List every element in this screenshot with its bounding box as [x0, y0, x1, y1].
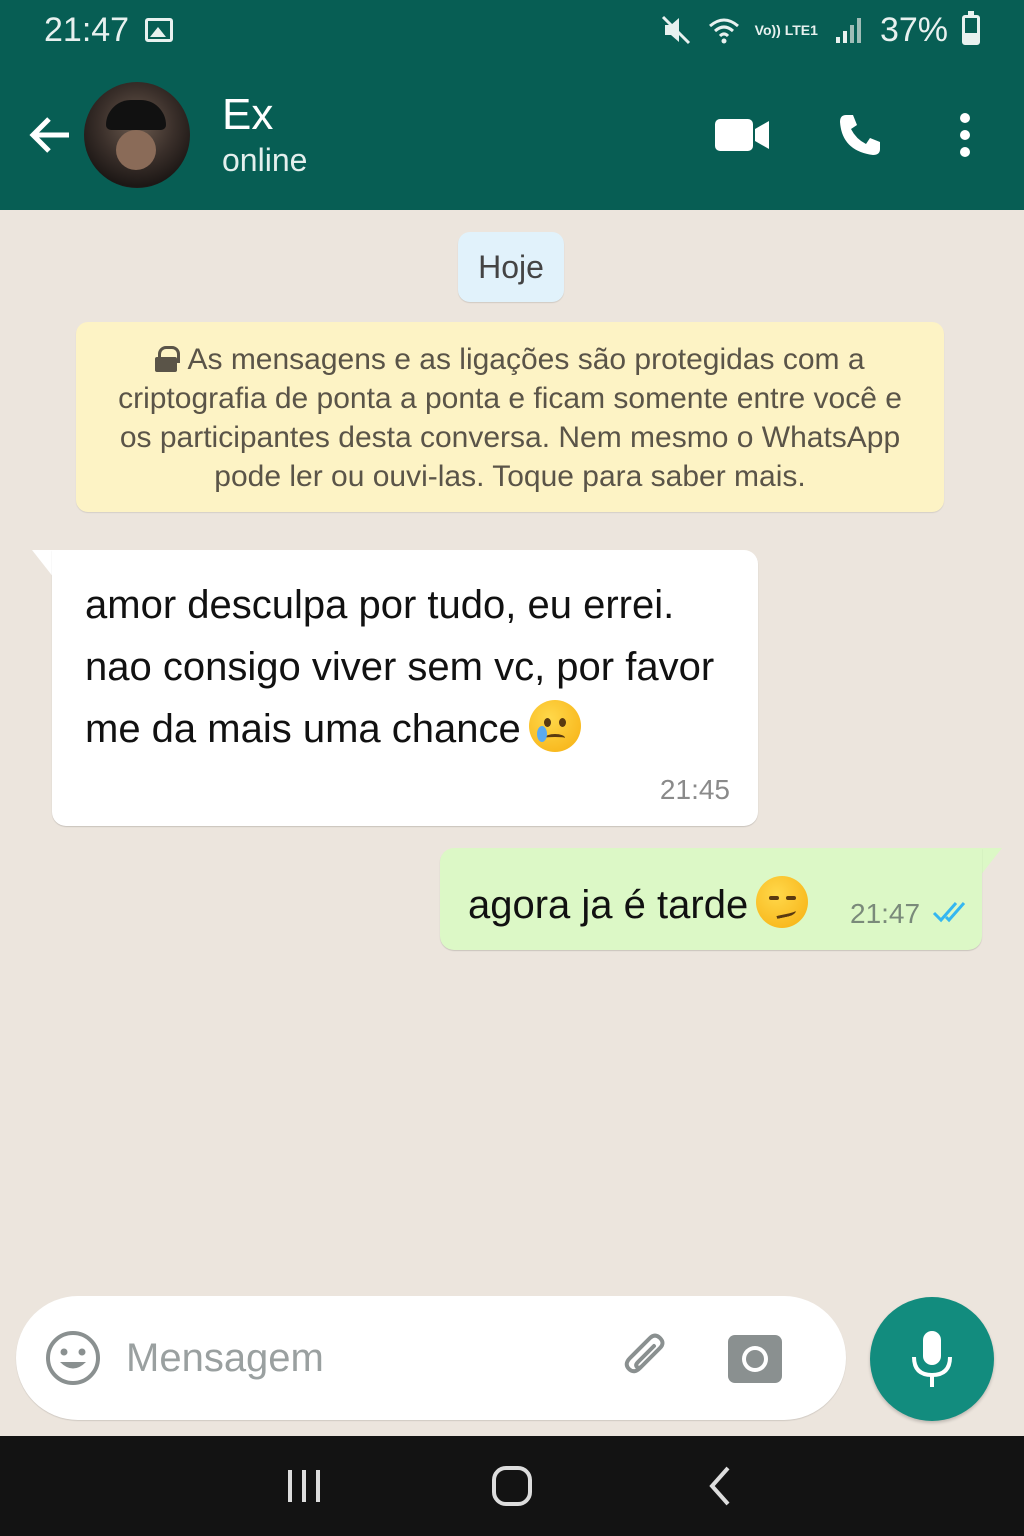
more-vertical-icon: [960, 113, 970, 123]
back-button[interactable]: [20, 105, 80, 165]
more-vertical-icon-dot: [960, 130, 970, 140]
chat-area[interactable]: Hoje As mensagens e as ligações são prot…: [0, 210, 1024, 1436]
smirking-face-emoji-icon: [756, 876, 809, 928]
voice-call-button[interactable]: [830, 105, 890, 165]
more-vertical-icon-dot: [960, 147, 970, 157]
signal-icon: [835, 18, 861, 43]
system-nav-bar: [0, 1436, 1024, 1536]
back-icon: [709, 1466, 730, 1506]
incoming-message[interactable]: amor desculpa por tudo, eu errei. nao co…: [52, 550, 758, 826]
message-composer: [16, 1296, 846, 1420]
contact-info[interactable]: Ex online: [222, 90, 307, 180]
message-time: 21:47: [850, 898, 921, 929]
emoji-mouth: [775, 907, 797, 919]
emoji-tear: [536, 726, 547, 742]
contact-name: Ex: [222, 90, 274, 139]
back-arrow-icon: [29, 117, 69, 153]
attach-icon[interactable]: [616, 1328, 676, 1388]
emoji-eye: [543, 718, 551, 727]
nav-back-button[interactable]: [690, 1456, 750, 1516]
mute-icon: [661, 15, 690, 45]
home-icon: [492, 1466, 532, 1506]
battery-percent: 37%: [879, 10, 948, 49]
double-check-icon: [932, 902, 966, 923]
message-input[interactable]: [126, 1328, 606, 1388]
message-time: 21:45: [659, 774, 730, 805]
video-call-icon: [715, 119, 769, 151]
emoji-eye: [786, 896, 797, 900]
incoming-message-body: amor desculpa por tudo, eu errei. nao co…: [85, 583, 715, 751]
lock-icon: [155, 346, 181, 372]
incoming-message-text: amor desculpa por tudo, eu errei. nao co…: [85, 574, 745, 760]
outgoing-message-body: agora ja é tarde: [468, 883, 749, 927]
video-call-button[interactable]: [708, 105, 778, 165]
crying-face-emoji-icon: [528, 700, 581, 752]
chat-header: Ex online: [0, 60, 1024, 210]
more-options-button[interactable]: [950, 105, 980, 165]
gallery-icon: [145, 18, 174, 42]
recent-apps-icon: [288, 1470, 320, 1502]
outgoing-bubble-tail: [980, 848, 1002, 876]
voice-message-button[interactable]: [870, 1297, 994, 1421]
emoji-mouth: [544, 734, 565, 742]
emoji-icon[interactable]: [44, 1329, 102, 1387]
camera-icon[interactable]: [726, 1329, 784, 1387]
outgoing-message-text: agora ja é tarde: [468, 876, 809, 929]
incoming-bubble-tail: [32, 550, 54, 578]
date-chip: Hoje: [458, 232, 564, 302]
network-type: Vo)) LTE1: [754, 22, 818, 38]
contact-status: online: [222, 142, 308, 178]
battery-fill: [965, 33, 977, 42]
battery-icon: [962, 11, 980, 45]
mic-icon: [912, 1331, 952, 1387]
status-icons: Vo)) LTE1 37%: [659, 11, 980, 50]
avatar[interactable]: [84, 82, 190, 188]
encryption-text: As mensagens e as ligações são protegida…: [118, 343, 902, 493]
status-bar: 21:47 Vo)) LTE1 37%: [0, 0, 1024, 60]
home-button[interactable]: [482, 1456, 542, 1516]
emoji-eye: [558, 718, 566, 727]
status-time: 21:47: [44, 10, 130, 49]
recent-apps-button[interactable]: [274, 1456, 334, 1516]
header-actions: [708, 105, 1024, 165]
encryption-notice[interactable]: As mensagens e as ligações são protegida…: [76, 322, 944, 512]
phone-icon: [840, 115, 880, 155]
outgoing-message[interactable]: agora ja é tarde 21:47: [440, 848, 982, 950]
wifi-icon: [708, 18, 739, 44]
emoji-eye: [769, 896, 780, 900]
